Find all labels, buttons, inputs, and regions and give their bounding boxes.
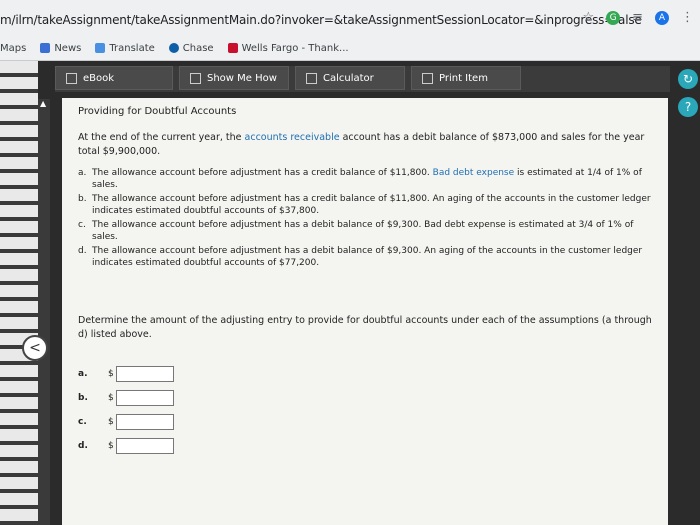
browser-chrome: m/ilrn/takeAssignment/takeAssignmentMain…	[0, 0, 700, 61]
assignment-page: ▲ eBook Show Me How Calculator Print Ite…	[0, 61, 700, 525]
bookmark-maps[interactable]: Maps	[0, 43, 26, 54]
browser-actions: ☆ G ≡ A ⋮	[582, 10, 694, 25]
list-item: a. The allowance account before adjustmen…	[78, 168, 642, 190]
bookmark-chase[interactable]: Chase	[168, 43, 214, 54]
scroll-track[interactable]: ▲	[38, 99, 50, 525]
news-icon	[40, 43, 51, 53]
answer-b-input[interactable]	[116, 390, 174, 406]
answer-fields: a. $ b. $ c. $ d. $	[78, 362, 174, 458]
star-icon[interactable]: ☆	[582, 10, 594, 25]
problem-panel: Providing for Doubtful Accounts At the e…	[62, 98, 668, 525]
menu-icon[interactable]: ⋮	[681, 10, 694, 25]
refresh-icon[interactable]: ↻	[678, 69, 698, 89]
answer-c-input[interactable]	[116, 414, 174, 430]
bookmarks-bar: Maps News Translate Chase Wells Fargo - …	[0, 40, 349, 56]
toolbar: eBook Show Me How Calculator Print Item	[55, 66, 670, 92]
list-item: b. The allowance account before adjustmen…	[78, 194, 651, 216]
bookmark-wells-fargo[interactable]: Wells Fargo - Thank...	[227, 43, 349, 54]
translate-icon	[95, 43, 106, 53]
list-item: d. The allowance account before adjustmen…	[78, 246, 643, 268]
wells-fargo-icon	[227, 43, 238, 53]
book-icon	[66, 72, 77, 84]
bookmark-translate[interactable]: Translate	[95, 43, 155, 54]
instruction-text: Determine the amount of the adjusting en…	[78, 315, 652, 340]
previous-question-button[interactable]: <	[22, 335, 48, 361]
calculator-button[interactable]: Calculator	[295, 66, 405, 90]
accounts-receivable-link[interactable]: accounts receivable	[245, 132, 340, 143]
avatar[interactable]: A	[655, 10, 669, 25]
bookmark-news[interactable]: News	[40, 43, 81, 54]
show-me-how-button[interactable]: Show Me How	[179, 66, 289, 90]
answer-row: d. $	[78, 434, 174, 458]
calculator-icon	[306, 72, 317, 84]
reading-list-icon[interactable]: ≡	[632, 10, 643, 25]
answer-d-input[interactable]	[116, 438, 174, 454]
print-icon	[422, 72, 433, 84]
problem-title: Providing for Doubtful Accounts	[78, 106, 237, 117]
scroll-up-icon[interactable]: ▲	[40, 99, 46, 108]
extension-icon[interactable]: G	[606, 10, 621, 25]
left-question-strip	[0, 61, 38, 525]
chase-icon	[168, 43, 179, 53]
ebook-button[interactable]: eBook	[55, 66, 173, 90]
answer-row: b. $	[78, 386, 174, 410]
answer-a-input[interactable]	[116, 366, 174, 382]
help-icon[interactable]: ?	[678, 97, 698, 117]
chevron-left-icon: <	[29, 340, 41, 356]
bad-debt-expense-link[interactable]: Bad debt expense	[433, 168, 515, 178]
problem-intro: At the end of the current year, the acco…	[78, 132, 645, 157]
right-tool-strip: ↻ ?	[672, 61, 700, 525]
video-icon	[190, 72, 201, 84]
address-bar[interactable]: m/ilrn/takeAssignment/takeAssignmentMain…	[0, 13, 642, 27]
print-item-button[interactable]: Print Item	[411, 66, 521, 90]
answer-row: c. $	[78, 410, 174, 434]
list-item: c. The allowance account before adjustmen…	[78, 220, 634, 242]
assumptions-list: a. The allowance account before adjustmen…	[78, 167, 660, 271]
answer-row: a. $	[78, 362, 174, 386]
